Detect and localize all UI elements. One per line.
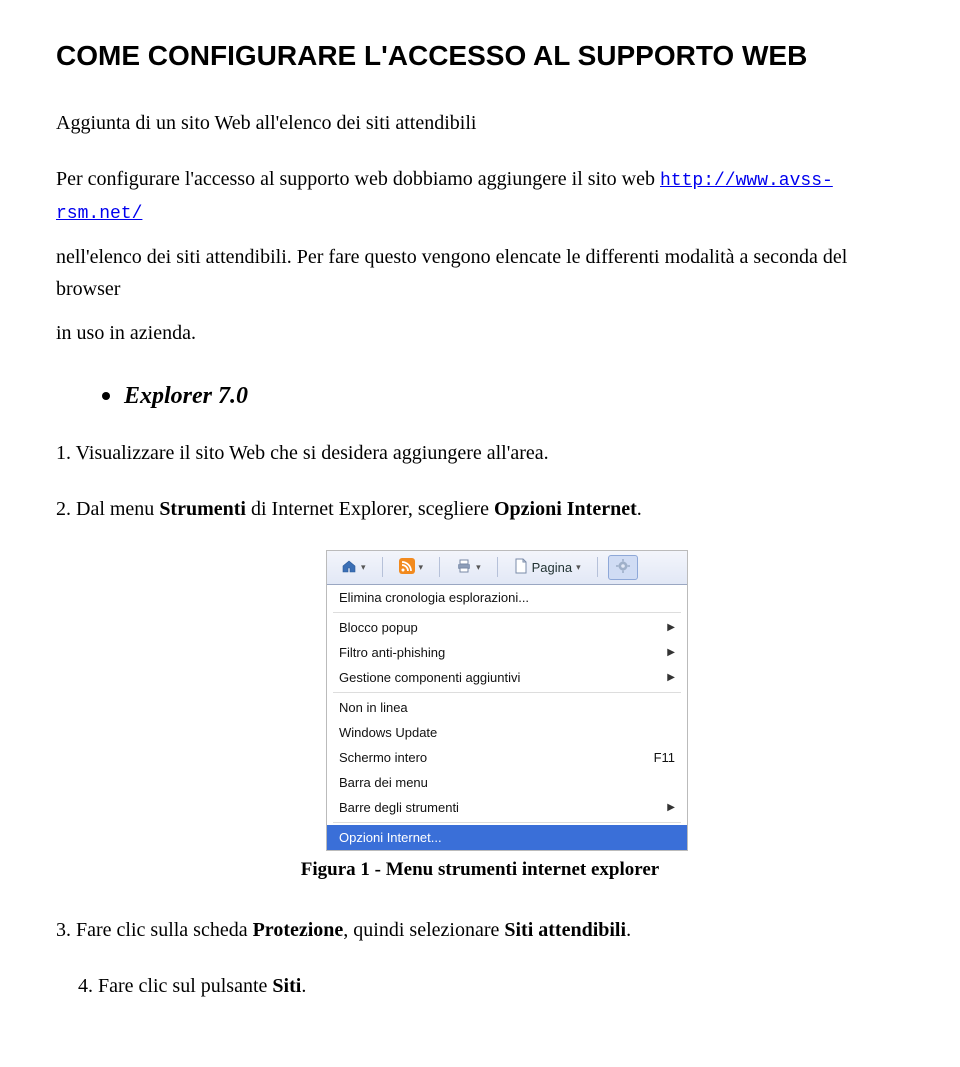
chevron-down-icon: ▾	[361, 562, 366, 573]
chevron-down-icon: ▾	[419, 562, 424, 573]
figure-caption: Figura 1 - Menu strumenti internet explo…	[56, 859, 904, 881]
menu-shortcut: F11	[654, 750, 675, 765]
menu-item-addons: Gestione componenti aggiuntivi▶	[327, 665, 687, 690]
step-3-mid: , quindi selezionare	[343, 919, 504, 941]
toolbar-separator	[597, 557, 598, 577]
ie-menu-screenshot: ▾ ▾ ▾ Pagina ▾	[326, 550, 688, 851]
step-2: 2. Dal menu Strumenti di Internet Explor…	[56, 494, 904, 524]
menu-item-toolbars: Barre degli strumenti▶	[327, 795, 687, 820]
step-4-bold-1: Siti	[272, 975, 301, 997]
home-button: ▾	[335, 556, 372, 579]
menu-item-update: Windows Update	[327, 720, 687, 745]
chevron-down-icon: ▾	[576, 562, 581, 573]
rss-icon	[399, 558, 415, 577]
step-3-pre: 3. Fare clic sulla scheda	[56, 919, 253, 941]
browser-name: Explorer 7.0	[124, 383, 248, 410]
menu-separator	[333, 822, 681, 823]
menu-item-fullscreen: Schermo interoF11	[327, 745, 687, 770]
toolbar-separator	[382, 557, 383, 577]
ie-toolbar: ▾ ▾ ▾ Pagina ▾	[327, 551, 687, 585]
step-2-pre: 2. Dal menu	[56, 498, 159, 520]
intro-line-3: in uso in azienda.	[56, 317, 904, 349]
step-3: 3. Fare clic sulla scheda Protezione, qu…	[56, 915, 904, 945]
browser-bullet: Explorer 7.0	[102, 383, 904, 410]
pagina-button: Pagina ▾	[508, 556, 587, 579]
menu-item-offline: Non in linea	[327, 695, 687, 720]
step-2-bold-2: Opzioni Internet	[494, 498, 637, 520]
rss-button: ▾	[393, 556, 430, 579]
bullet-icon	[102, 392, 110, 400]
step-2-bold-1: Strumenti	[159, 498, 246, 520]
step-3-bold-1: Protezione	[253, 919, 344, 941]
intro-paragraph: Per configurare l'accesso al supporto we…	[56, 163, 904, 229]
printer-icon	[456, 558, 472, 577]
page-title: COME CONFIGURARE L'ACCESSO AL SUPPORTO W…	[56, 40, 904, 72]
step-4-pre: 4. Fare clic sul pulsante	[78, 975, 272, 997]
submenu-arrow-icon: ▶	[667, 622, 675, 633]
page-icon	[514, 558, 528, 577]
step-4-post: .	[301, 975, 306, 997]
step-3-post: .	[626, 919, 631, 941]
step-2-post: .	[637, 498, 642, 520]
step-1: 1. Visualizzare il sito Web che si desid…	[56, 438, 904, 468]
menu-item-delete-history: Elimina cronologia esplorazioni...	[327, 585, 687, 610]
gear-icon	[615, 558, 631, 577]
intro-line-2: nell'elenco dei siti attendibili. Per fa…	[56, 241, 904, 305]
menu-item-popup: Blocco popup▶	[327, 615, 687, 640]
menu-item-phishing: Filtro anti-phishing▶	[327, 640, 687, 665]
menu-item-internet-options: Opzioni Internet...	[327, 825, 687, 850]
submenu-arrow-icon: ▶	[667, 672, 675, 683]
submenu-arrow-icon: ▶	[667, 647, 675, 658]
menu-item-menubar: Barra dei menu	[327, 770, 687, 795]
step-2-mid: di Internet Explorer, scegliere	[246, 498, 494, 520]
section-subtitle: Aggiunta di un sito Web all'elenco dei s…	[56, 112, 904, 135]
pagina-label: Pagina	[532, 560, 572, 575]
toolbar-separator	[497, 557, 498, 577]
home-icon	[341, 558, 357, 577]
toolbar-separator	[439, 557, 440, 577]
ie-dropdown-menu: Elimina cronologia esplorazioni... Blocc…	[327, 585, 687, 850]
chevron-down-icon: ▾	[476, 562, 481, 573]
step-3-bold-2: Siti attendibili	[504, 919, 626, 941]
submenu-arrow-icon: ▶	[667, 802, 675, 813]
intro-text-pre: Per configurare l'accesso al supporto we…	[56, 168, 660, 190]
print-button: ▾	[450, 556, 487, 579]
menu-separator	[333, 612, 681, 613]
tools-button	[608, 555, 638, 580]
step-4: 4. Fare clic sul pulsante Siti.	[78, 971, 904, 1001]
menu-separator	[333, 692, 681, 693]
